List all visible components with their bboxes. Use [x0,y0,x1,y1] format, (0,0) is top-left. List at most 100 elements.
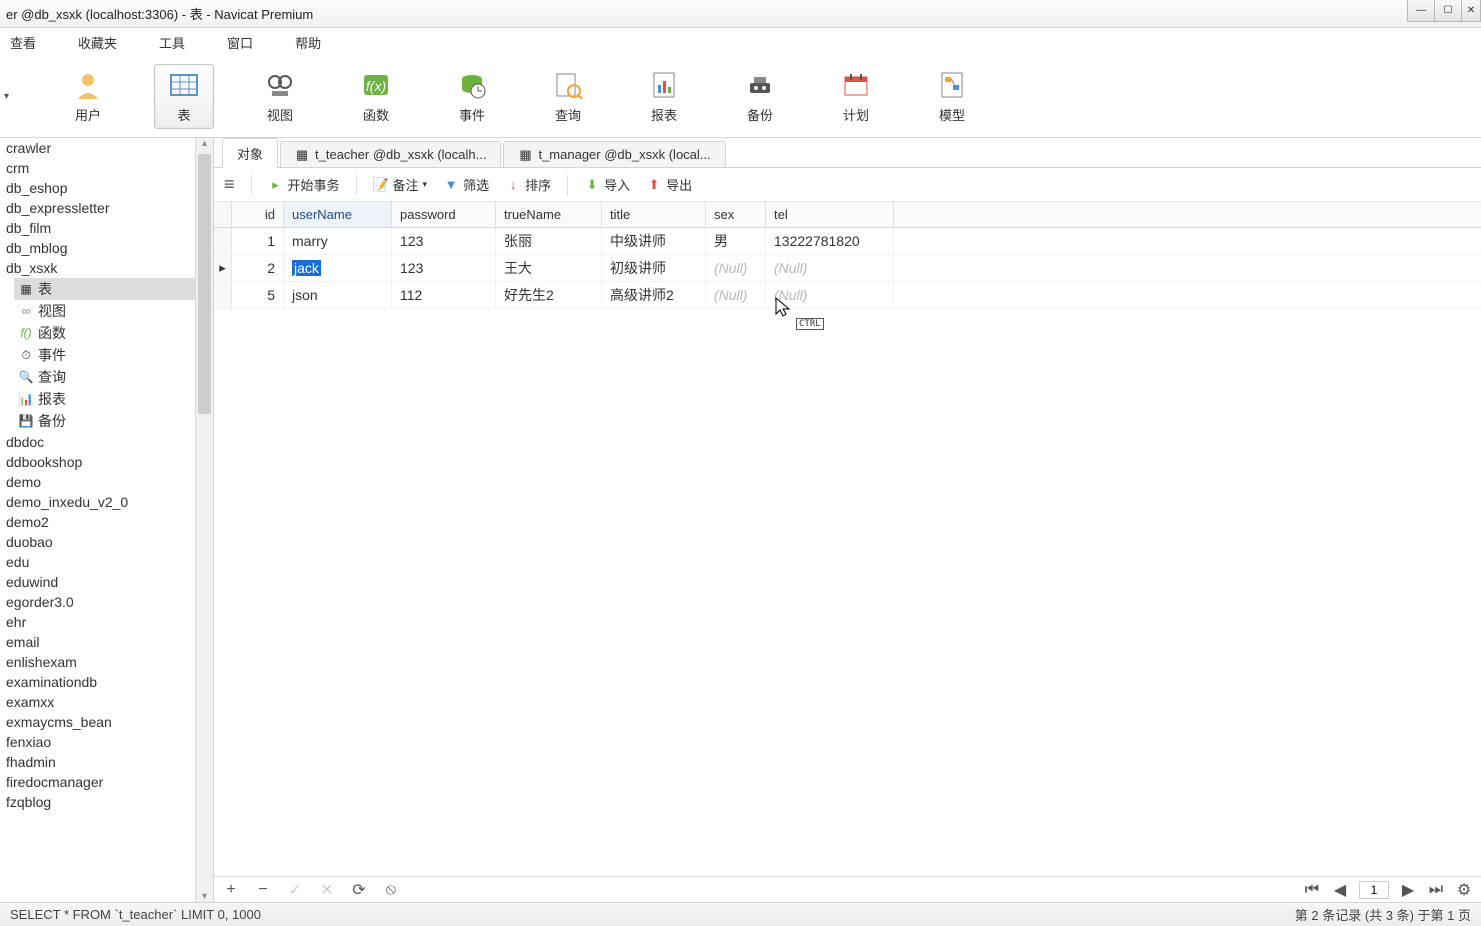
page-input[interactable] [1359,881,1389,899]
db-item-db_expressletter[interactable]: db_expressletter [0,198,213,218]
col-header-title[interactable]: title [602,202,706,227]
import-button[interactable]: ⬇ 导入 [584,175,630,194]
data-grid[interactable]: id userName password trueName title sex … [214,202,1481,876]
cell-id[interactable]: 5 [232,282,284,308]
table-button[interactable]: 表 [154,64,214,129]
cell-trueName[interactable]: 王大 [496,255,602,281]
stop-button[interactable]: ⦸ [382,881,400,899]
cell-tel[interactable]: 13222781820 [766,228,894,254]
export-button[interactable]: ⬆ 导出 [646,175,692,194]
cell-id[interactable]: 2 [232,255,284,281]
view-button[interactable]: 视图 [250,64,310,129]
cell-tel[interactable]: (Null) [766,282,894,308]
cell-tel[interactable]: (Null) [766,255,894,281]
sidebar-scrollbar[interactable]: ▴ ▾ [195,138,213,902]
db-item-db_film[interactable]: db_film [0,218,213,238]
cell-id[interactable]: 1 [232,228,284,254]
backup-button[interactable]: 备份 [730,64,790,129]
cancel-button[interactable]: ✕ [318,881,336,899]
commit-button[interactable]: ✓ [286,881,304,899]
menu-tools[interactable]: 工具 [153,31,191,54]
col-header-tel[interactable]: tel [766,202,894,227]
cell-trueName[interactable]: 张丽 [496,228,602,254]
close-button[interactable]: ✕ [1461,0,1481,22]
cell-password[interactable]: 123 [392,228,496,254]
cell-title[interactable]: 中级讲师 [602,228,706,254]
db-item-exmaycms[interactable]: exmaycms_bean [0,712,213,732]
model-button[interactable]: 模型 [922,64,982,129]
report-button[interactable]: 报表 [634,64,694,129]
col-header-password[interactable]: password [392,202,496,227]
db-item-enlishexam[interactable]: enlishexam [0,652,213,672]
cell-userName[interactable]: marry [284,228,392,254]
tab-objects[interactable]: 对象 [222,138,278,168]
note-button[interactable]: 📝 备注 ▾ [373,175,428,194]
col-header-id[interactable]: id [232,202,284,227]
user-button[interactable]: 用户 [58,64,118,129]
sidebar-tree[interactable]: crawler crm db_eshop db_expressletter db… [0,138,213,902]
begin-transaction-button[interactable]: ▸ 开始事务 [268,175,340,194]
menu-window[interactable]: 窗口 [221,31,259,54]
db-item-egorder[interactable]: egorder3.0 [0,592,213,612]
minimize-button[interactable]: — [1407,0,1435,22]
child-view[interactable]: ∞ 视图 [14,300,213,322]
db-item-edu[interactable]: edu [0,552,213,572]
table-row[interactable]: ▸2jack123王大初级讲师(Null)(Null) [214,255,1481,282]
cell-sex[interactable]: 男 [706,228,766,254]
hamburger-button[interactable]: ≡ [224,174,235,195]
child-query[interactable]: 🔍 查询 [14,366,213,388]
db-item-db_xsxk[interactable]: db_xsxk [0,258,213,278]
db-item-email[interactable]: email [0,632,213,652]
function-button[interactable]: f(x) 函数 [346,64,406,129]
cell-password[interactable]: 112 [392,282,496,308]
db-item-ddbookshop[interactable]: ddbookshop [0,452,213,472]
row-selector[interactable] [214,228,232,254]
db-item-dbdoc[interactable]: dbdoc [0,432,213,452]
db-item-crm[interactable]: crm [0,158,213,178]
cell-userName[interactable]: jack [284,255,392,281]
cell-userName[interactable]: json [284,282,392,308]
cell-sex[interactable]: (Null) [706,255,766,281]
menu-favorites[interactable]: 收藏夹 [72,31,123,54]
settings-icon[interactable]: ⚙ [1455,881,1473,899]
table-row[interactable]: 1marry123张丽中级讲师男13222781820 [214,228,1481,255]
db-item-eduwind[interactable]: eduwind [0,572,213,592]
child-report[interactable]: 📊 报表 [14,388,213,410]
query-button[interactable]: 查询 [538,64,598,129]
add-row-button[interactable]: + [222,881,240,899]
cell-trueName[interactable]: 好先生2 [496,282,602,308]
db-item-demo2[interactable]: demo2 [0,512,213,532]
dropdown-caret-icon[interactable]: ▾ [4,91,22,102]
maximize-button[interactable]: ☐ [1434,0,1462,22]
db-item-firedocmanager[interactable]: firedocmanager [0,772,213,792]
tab-t_teacher[interactable]: ▦ t_teacher @db_xsxk (localh... [280,141,501,167]
cell-password[interactable]: 123 [392,255,496,281]
row-selector[interactable] [214,282,232,308]
first-page-button[interactable]: ⏮ [1303,881,1321,899]
cell-title[interactable]: 高级讲师2 [602,282,706,308]
prev-page-button[interactable]: ◀ [1331,881,1349,899]
db-item-duobao[interactable]: duobao [0,532,213,552]
scroll-thumb[interactable] [198,154,211,414]
filter-button[interactable]: ▼ 筛选 [443,175,489,194]
db-item-examxx[interactable]: examxx [0,692,213,712]
tab-t_manager[interactable]: ▦ t_manager @db_xsxk (local... [503,141,725,167]
cell-sex[interactable]: (Null) [706,282,766,308]
child-function[interactable]: f() 函数 [14,322,213,344]
db-item-fzqblog[interactable]: fzqblog [0,792,213,812]
menu-help[interactable]: 帮助 [289,31,327,54]
child-event[interactable]: ⏱ 事件 [14,344,213,366]
next-page-button[interactable]: ▶ [1399,881,1417,899]
event-button[interactable]: 事件 [442,64,502,129]
db-item-fenxiao[interactable]: fenxiao [0,732,213,752]
db-item-demo[interactable]: demo [0,472,213,492]
db-item-db_mblog[interactable]: db_mblog [0,238,213,258]
menu-view[interactable]: 查看 [4,31,42,54]
db-item-fhadmin[interactable]: fhadmin [0,752,213,772]
row-selector[interactable]: ▸ [214,255,232,281]
col-header-userName[interactable]: userName [284,202,392,227]
table-row[interactable]: 5json112好先生2高级讲师2(Null)(Null) [214,282,1481,309]
db-item-db_eshop[interactable]: db_eshop [0,178,213,198]
cell-title[interactable]: 初级讲师 [602,255,706,281]
db-item-examinationdb[interactable]: examinationdb [0,672,213,692]
